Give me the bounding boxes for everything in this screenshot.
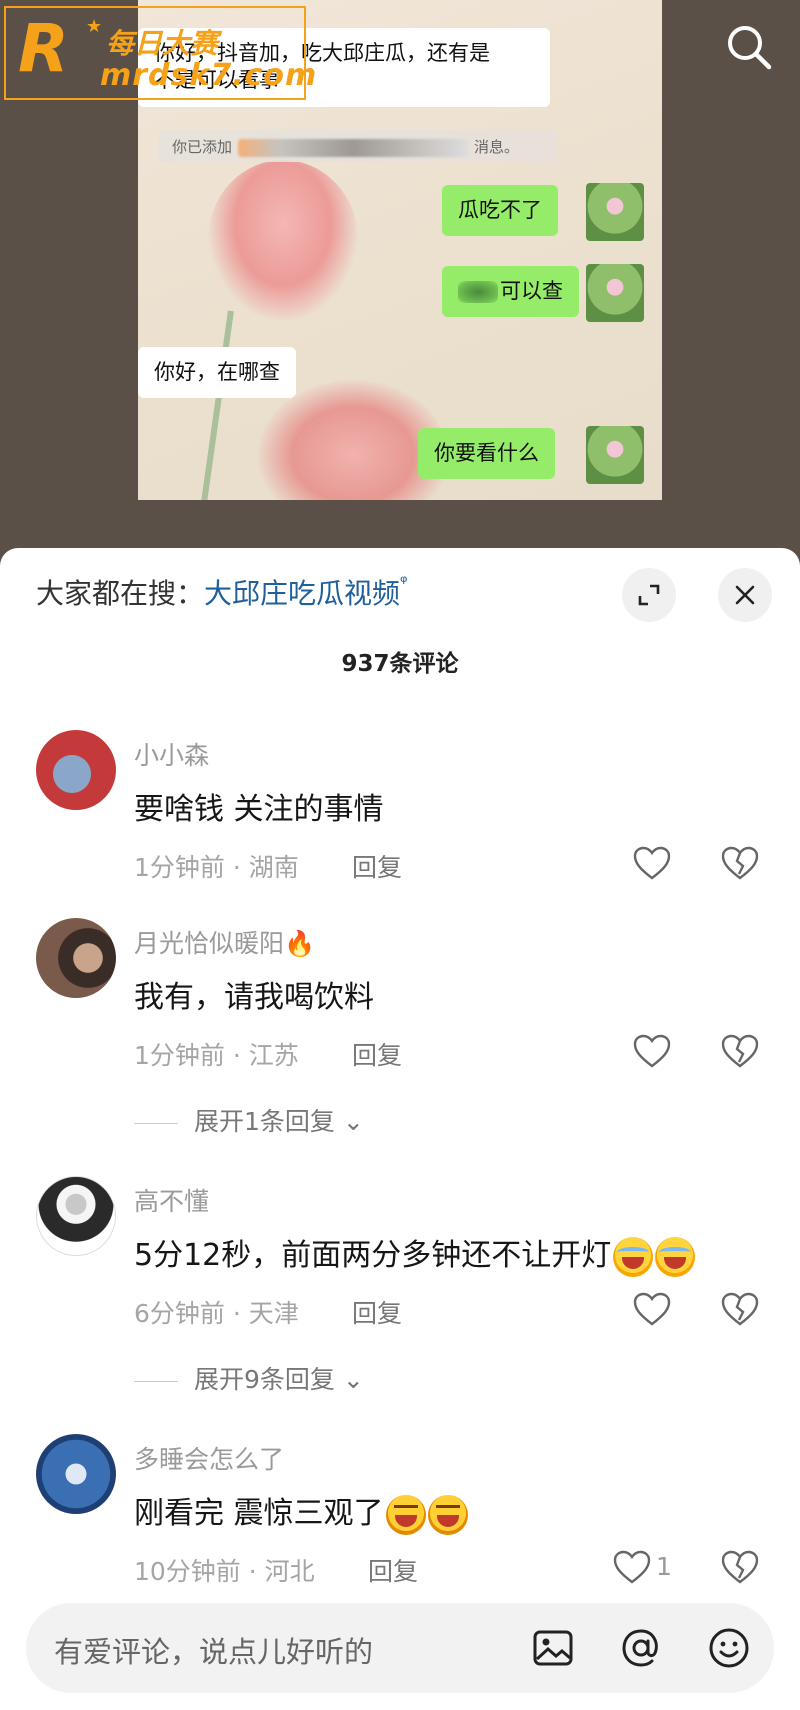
comment-meta: 10分钟前 · 河北	[134, 1557, 315, 1586]
broken-heart-icon[interactable]	[720, 844, 760, 884]
comment-username[interactable]: 高不懂	[134, 1182, 209, 1218]
redaction-smudge	[458, 281, 498, 303]
chat-avatar	[586, 426, 644, 484]
chevron-down-icon: ⌄	[334, 1107, 364, 1136]
search-icon[interactable]	[724, 22, 774, 72]
blurred-redaction	[238, 138, 469, 157]
divider	[134, 1380, 178, 1382]
reply-button[interactable]: 回复	[352, 1294, 402, 1330]
expand-replies-label: 展开1条回复	[194, 1107, 335, 1136]
reply-button[interactable]: 回复	[368, 1552, 418, 1588]
expand-replies-label: 展开9条回复	[194, 1365, 335, 1394]
search-suggestion[interactable]: 大家都在搜：大邱庄吃瓜视频ᵠ	[36, 572, 408, 612]
reply-button[interactable]: 回复	[352, 1036, 402, 1072]
heart-icon[interactable]	[632, 1290, 672, 1330]
reply-button[interactable]: 回复	[352, 848, 402, 884]
avatar[interactable]	[36, 918, 116, 998]
avatar[interactable]	[36, 730, 116, 810]
expand-icon	[638, 584, 660, 606]
heart-icon[interactable]	[632, 1032, 672, 1072]
star-icon: ★	[86, 16, 103, 37]
chat-bubble-text: 你好，在哪查	[154, 360, 280, 384]
chat-system-message: 你已添加 消息。	[158, 130, 558, 162]
comment-username[interactable]: 月光恰似暖阳🔥	[134, 924, 315, 960]
at-icon[interactable]	[618, 1625, 664, 1671]
chat-bubble-incoming: 你好，在哪查	[138, 347, 296, 399]
comment-count: 937条评论	[341, 651, 459, 677]
expand-button[interactable]	[622, 568, 676, 622]
chat-avatar	[586, 264, 644, 322]
comment-input-placeholder[interactable]: 有爱评论，说点儿好听的	[54, 1629, 373, 1671]
close-icon	[735, 585, 755, 605]
crying-laughing-emoji-icon	[613, 1236, 654, 1277]
fire-icon: 🔥	[284, 929, 316, 958]
video-player[interactable]: 你好，抖音加，吃大邱庄瓜，还有是 不是可以看事 你已添加 消息。 瓜吃不了 可以查…	[0, 0, 800, 560]
image-icon[interactable]	[530, 1625, 576, 1671]
broken-heart-icon[interactable]	[720, 1032, 760, 1072]
avatar[interactable]	[36, 1176, 116, 1256]
comment-meta: 1分钟前 · 江苏	[134, 1041, 299, 1070]
comment-sheet: 大家都在搜：大邱庄吃瓜视频ᵠ 937条评论 小小森 要啥钱 关注的事情 1分钟前…	[0, 548, 800, 1710]
divider	[134, 1122, 178, 1124]
broken-heart-icon[interactable]	[720, 1548, 760, 1588]
chat-bubble-outgoing: 你要看什么	[418, 428, 555, 480]
chat-bubble-text: 可以查	[500, 279, 563, 303]
comment-username[interactable]: 小小森	[134, 736, 209, 772]
close-button[interactable]	[718, 568, 772, 622]
chat-bubble-text: 你要看什么	[434, 441, 539, 465]
comment-meta: 1分钟前 · 湖南	[134, 853, 299, 882]
heart-icon[interactable]	[612, 1548, 652, 1588]
chat-bubble-outgoing: 可以查	[442, 266, 579, 318]
watermark-brand: 每日大赛	[106, 27, 219, 60]
crying-laughing-emoji-icon	[655, 1236, 696, 1277]
flower-stem	[200, 310, 234, 500]
comment-username[interactable]: 多睡会怎么了	[134, 1440, 284, 1476]
search-suggestion-prefix: 大家都在搜：	[36, 577, 205, 610]
expand-replies-button[interactable]: 展开9条回复 ⌄	[134, 1360, 364, 1396]
comment-text: 刚看完 震惊三观了	[134, 1488, 468, 1535]
comment-text: 我有，请我喝饮料	[134, 980, 374, 1015]
chevron-down-icon: ⌄	[334, 1365, 364, 1394]
watermark-logo: R ★ 每日大赛 mrdsk7.com	[4, 6, 316, 100]
search-suggestion-link[interactable]: 大邱庄吃瓜视频	[204, 577, 400, 610]
comment-text-body: 刚看完 震惊三观了	[134, 1496, 384, 1531]
watermark-letter: R	[18, 10, 69, 87]
chat-bubble-outgoing: 瓜吃不了	[442, 185, 558, 237]
bottom-nav-strip	[90, 1703, 710, 1709]
search-small-icon: ᵠ	[400, 572, 408, 593]
broken-heart-icon[interactable]	[720, 1290, 760, 1330]
flower-illustration	[208, 160, 358, 320]
heart-icon[interactable]	[632, 844, 672, 884]
watermark-url: mrdsk7.com	[100, 58, 318, 93]
expand-replies-button[interactable]: 展开1条回复 ⌄	[134, 1102, 364, 1138]
grinning-squint-emoji-icon	[427, 1494, 468, 1535]
comment-username-text: 月光恰似暖阳	[134, 929, 285, 958]
comment-text: 要啥钱 关注的事情	[134, 792, 384, 827]
chat-avatar	[586, 183, 644, 241]
grinning-squint-emoji-icon	[385, 1494, 426, 1535]
like-count: 1	[656, 1552, 672, 1581]
system-message-prefix: 你已添加	[172, 138, 233, 156]
comment-text: 5分12秒，前面两分多钟还不让开灯	[134, 1230, 696, 1277]
comment-input-bar[interactable]: 有爱评论，说点儿好听的	[26, 1603, 774, 1693]
comment-text-body: 5分12秒，前面两分多钟还不让开灯	[134, 1238, 612, 1273]
emoji-icon[interactable]	[706, 1625, 752, 1671]
avatar[interactable]	[36, 1434, 116, 1514]
system-message-suffix: 消息。	[474, 138, 520, 156]
chat-bubble-text: 瓜吃不了	[458, 198, 542, 222]
comment-meta: 6分钟前 · 天津	[134, 1299, 299, 1328]
